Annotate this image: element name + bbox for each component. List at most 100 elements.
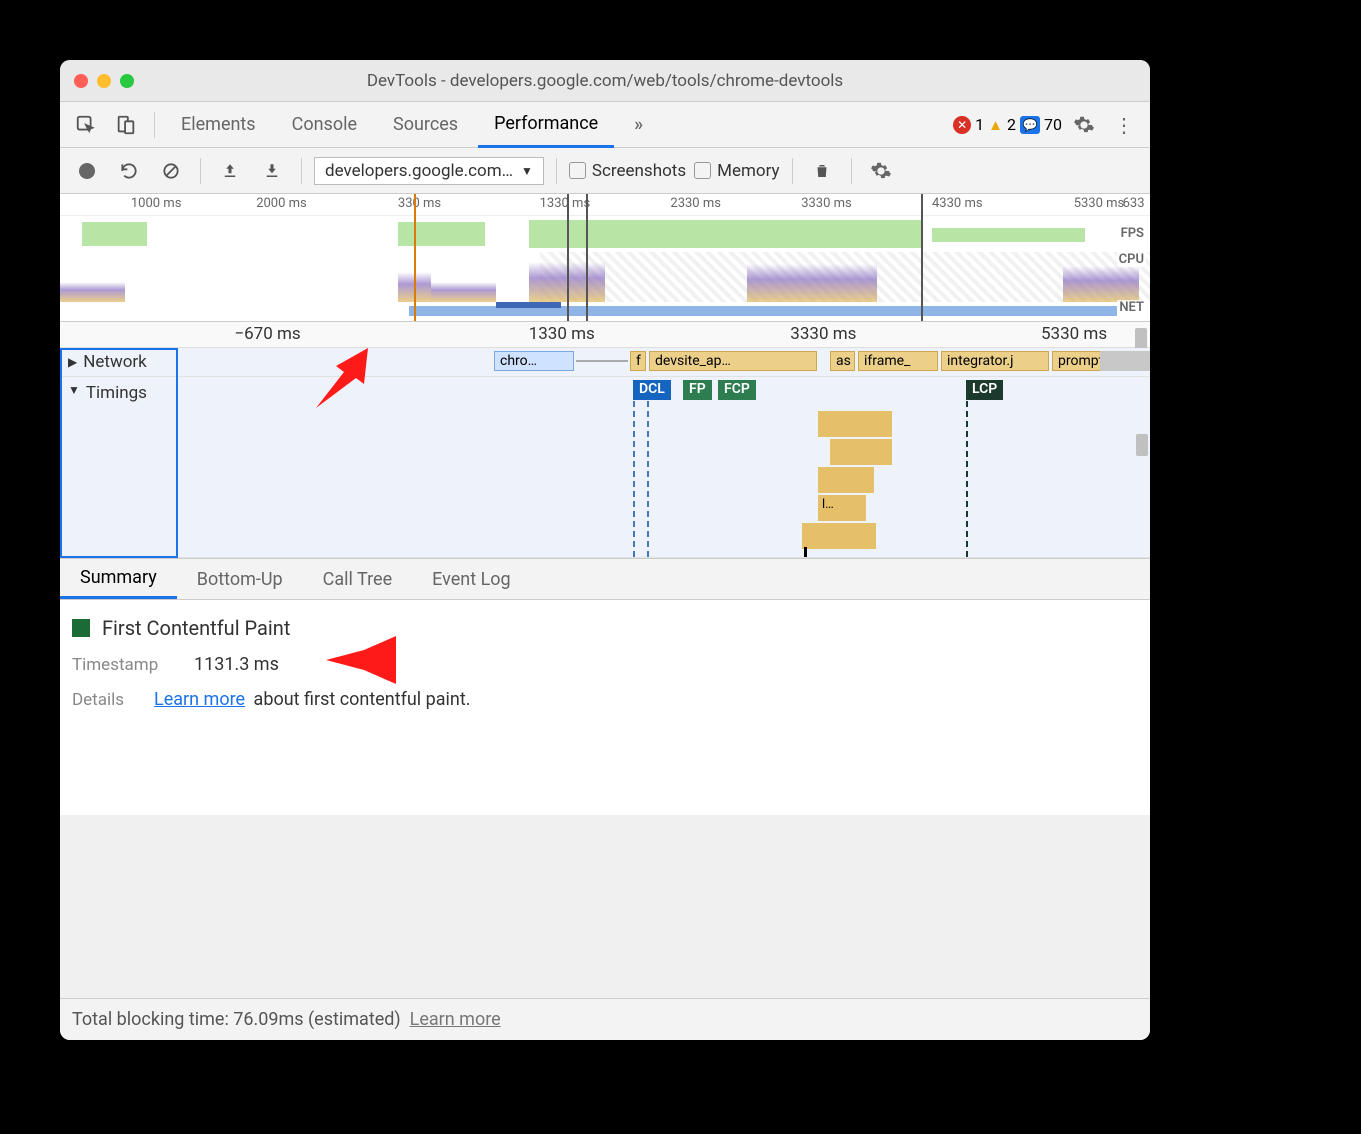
overview-ruler: 1000 ms 2000 ms 330 ms 1330 ms 2330 ms 3… <box>60 194 1150 216</box>
lcp-marker[interactable]: LCP <box>966 380 1003 400</box>
overview-tick: 2000 ms <box>256 196 307 211</box>
network-request-item[interactable]: f <box>630 351 646 371</box>
warning-icon: ▲ <box>988 116 1003 134</box>
long-task-block[interactable]: l… <box>818 495 866 521</box>
memory-label: Memory <box>717 161 779 181</box>
maximize-window-button[interactable] <box>120 74 134 88</box>
memory-checkbox[interactable]: Memory <box>694 161 779 181</box>
overview-tick: 5330 ms <box>1074 196 1125 211</box>
tab-overflow[interactable]: » <box>618 102 659 148</box>
clear-button[interactable] <box>154 154 188 188</box>
long-task-block[interactable] <box>818 467 874 493</box>
fp-line <box>647 401 649 557</box>
checkbox-icon <box>694 162 711 179</box>
record-button[interactable] <box>70 154 104 188</box>
overview-nav-start-marker[interactable] <box>414 194 416 321</box>
profile-target-select[interactable]: developers.google.com… ▼ <box>314 157 544 185</box>
summary-empty-area <box>60 815 1150 998</box>
timings-track-header[interactable]: ▼ Timings <box>60 377 178 557</box>
fcp-marker[interactable]: FCP <box>718 380 756 400</box>
details-label: Details <box>72 690 142 710</box>
overview-tick: 1330 ms <box>540 196 591 211</box>
overview-tick: 1000 ms <box>131 196 182 211</box>
network-request-item[interactable] <box>1100 351 1150 371</box>
details-tab-strip: Summary Bottom-Up Call Tree Event Log <box>60 558 1150 600</box>
task-tick <box>804 547 807 557</box>
overview-fps-lane: FPS <box>60 216 1150 252</box>
settings-icon[interactable] <box>1066 107 1102 143</box>
network-track-header[interactable]: ▶ Network <box>60 348 178 376</box>
tbt-learn-more-link[interactable]: Learn more <box>410 1009 501 1030</box>
tab-call-tree[interactable]: Call Tree <box>303 559 412 599</box>
tab-performance[interactable]: Performance <box>478 102 614 148</box>
network-request-item[interactable]: devsite_ap… <box>649 351 817 371</box>
load-profile-icon[interactable] <box>213 154 247 188</box>
capture-settings-icon[interactable] <box>864 154 898 188</box>
tab-console[interactable]: Console <box>276 102 373 148</box>
dropdown-caret-icon: ▼ <box>521 164 533 178</box>
window-title: DevTools - developers.google.com/web/too… <box>134 71 1076 91</box>
annotation-arrow-icon <box>326 636 396 684</box>
network-request-item[interactable]: integrator.j <box>941 351 1049 371</box>
network-track: ▶ Network chro… f devsite_ap… as iframe_… <box>60 348 1150 377</box>
warning-count: 2 <box>1007 115 1016 134</box>
overview-window-handle-right[interactable] <box>586 194 588 321</box>
device-toolbar-icon[interactable] <box>108 107 144 143</box>
save-profile-icon[interactable] <box>255 154 289 188</box>
ruler-tick: 3330 ms <box>790 324 856 344</box>
more-menu-icon[interactable]: ⋮ <box>1106 107 1142 143</box>
summary-pane: First Contentful Paint Timestamp 1131.3 … <box>60 600 1150 815</box>
annotation-arrow-icon <box>316 348 386 408</box>
overview-tick: 3330 ms <box>801 196 852 211</box>
tab-event-log[interactable]: Event Log <box>412 559 531 599</box>
timings-track-label: Timings <box>86 383 147 403</box>
ruler-tick: 1330 ms <box>529 324 595 344</box>
checkbox-icon <box>569 162 586 179</box>
overview-window-handle-left[interactable] <box>567 194 569 321</box>
screenshots-label: Screenshots <box>592 161 686 181</box>
message-count: 70 <box>1044 115 1062 134</box>
tab-summary[interactable]: Summary <box>60 559 177 599</box>
minimize-window-button[interactable] <box>97 74 111 88</box>
network-request-item[interactable]: as <box>830 351 855 371</box>
tab-sources[interactable]: Sources <box>377 102 474 148</box>
long-task-block[interactable] <box>802 523 876 549</box>
inspect-element-icon[interactable] <box>68 107 104 143</box>
reload-record-button[interactable] <box>112 154 146 188</box>
performance-toolbar: developers.google.com… ▼ Screenshots Mem… <box>60 148 1150 194</box>
close-window-button[interactable] <box>74 74 88 88</box>
timings-track: ▼ Timings DCL FP FCP LCP l… <box>60 377 1150 558</box>
blocking-time-footer: Total blocking time: 76.09ms (estimated)… <box>60 998 1150 1040</box>
overview-pane[interactable]: 1000 ms 2000 ms 330 ms 1330 ms 2330 ms 3… <box>60 194 1150 322</box>
garbage-collect-icon[interactable] <box>805 154 839 188</box>
status-counts[interactable]: ✕ 1 ▲ 2 💬 70 <box>953 115 1062 134</box>
overview-tick: 2330 ms <box>670 196 721 211</box>
error-count: 1 <box>975 115 984 134</box>
dcl-marker[interactable]: DCL <box>633 380 671 400</box>
learn-more-link[interactable]: Learn more <box>154 689 245 710</box>
flame-scrollbar[interactable] <box>1136 428 1148 462</box>
timestamp-label: Timestamp <box>72 655 182 675</box>
long-task-block[interactable] <box>830 439 892 465</box>
tbt-text: Total blocking time: 76.09ms (estimated) <box>72 1009 401 1030</box>
ruler-tick: 5330 ms <box>1041 324 1107 344</box>
event-color-swatch <box>72 619 90 637</box>
fp-marker[interactable]: FP <box>683 380 712 400</box>
overview-net-lane: NET <box>60 302 1150 320</box>
long-task-block[interactable] <box>818 411 892 437</box>
network-request-item[interactable]: chro… <box>494 351 574 371</box>
overview-marker <box>921 194 923 321</box>
ruler-tick: −670 ms <box>234 324 300 344</box>
request-whisker <box>576 360 628 362</box>
cpu-lane-label: CPU <box>1117 252 1146 267</box>
timestamp-value: 1131.3 ms <box>194 654 279 675</box>
tab-elements[interactable]: Elements <box>165 102 272 148</box>
tab-bottom-up[interactable]: Bottom-Up <box>177 559 303 599</box>
overview-tick: 330 ms <box>398 196 441 211</box>
flame-chart-ruler[interactable]: −670 ms 1330 ms 3330 ms 5330 ms <box>60 322 1150 348</box>
panel-tab-strip: Elements Console Sources Performance » ✕… <box>60 102 1150 148</box>
screenshots-checkbox[interactable]: Screenshots <box>569 161 686 181</box>
devtools-window: DevTools - developers.google.com/web/too… <box>60 60 1150 1040</box>
net-lane-label: NET <box>1117 300 1146 315</box>
network-request-item[interactable]: iframe_ <box>858 351 938 371</box>
